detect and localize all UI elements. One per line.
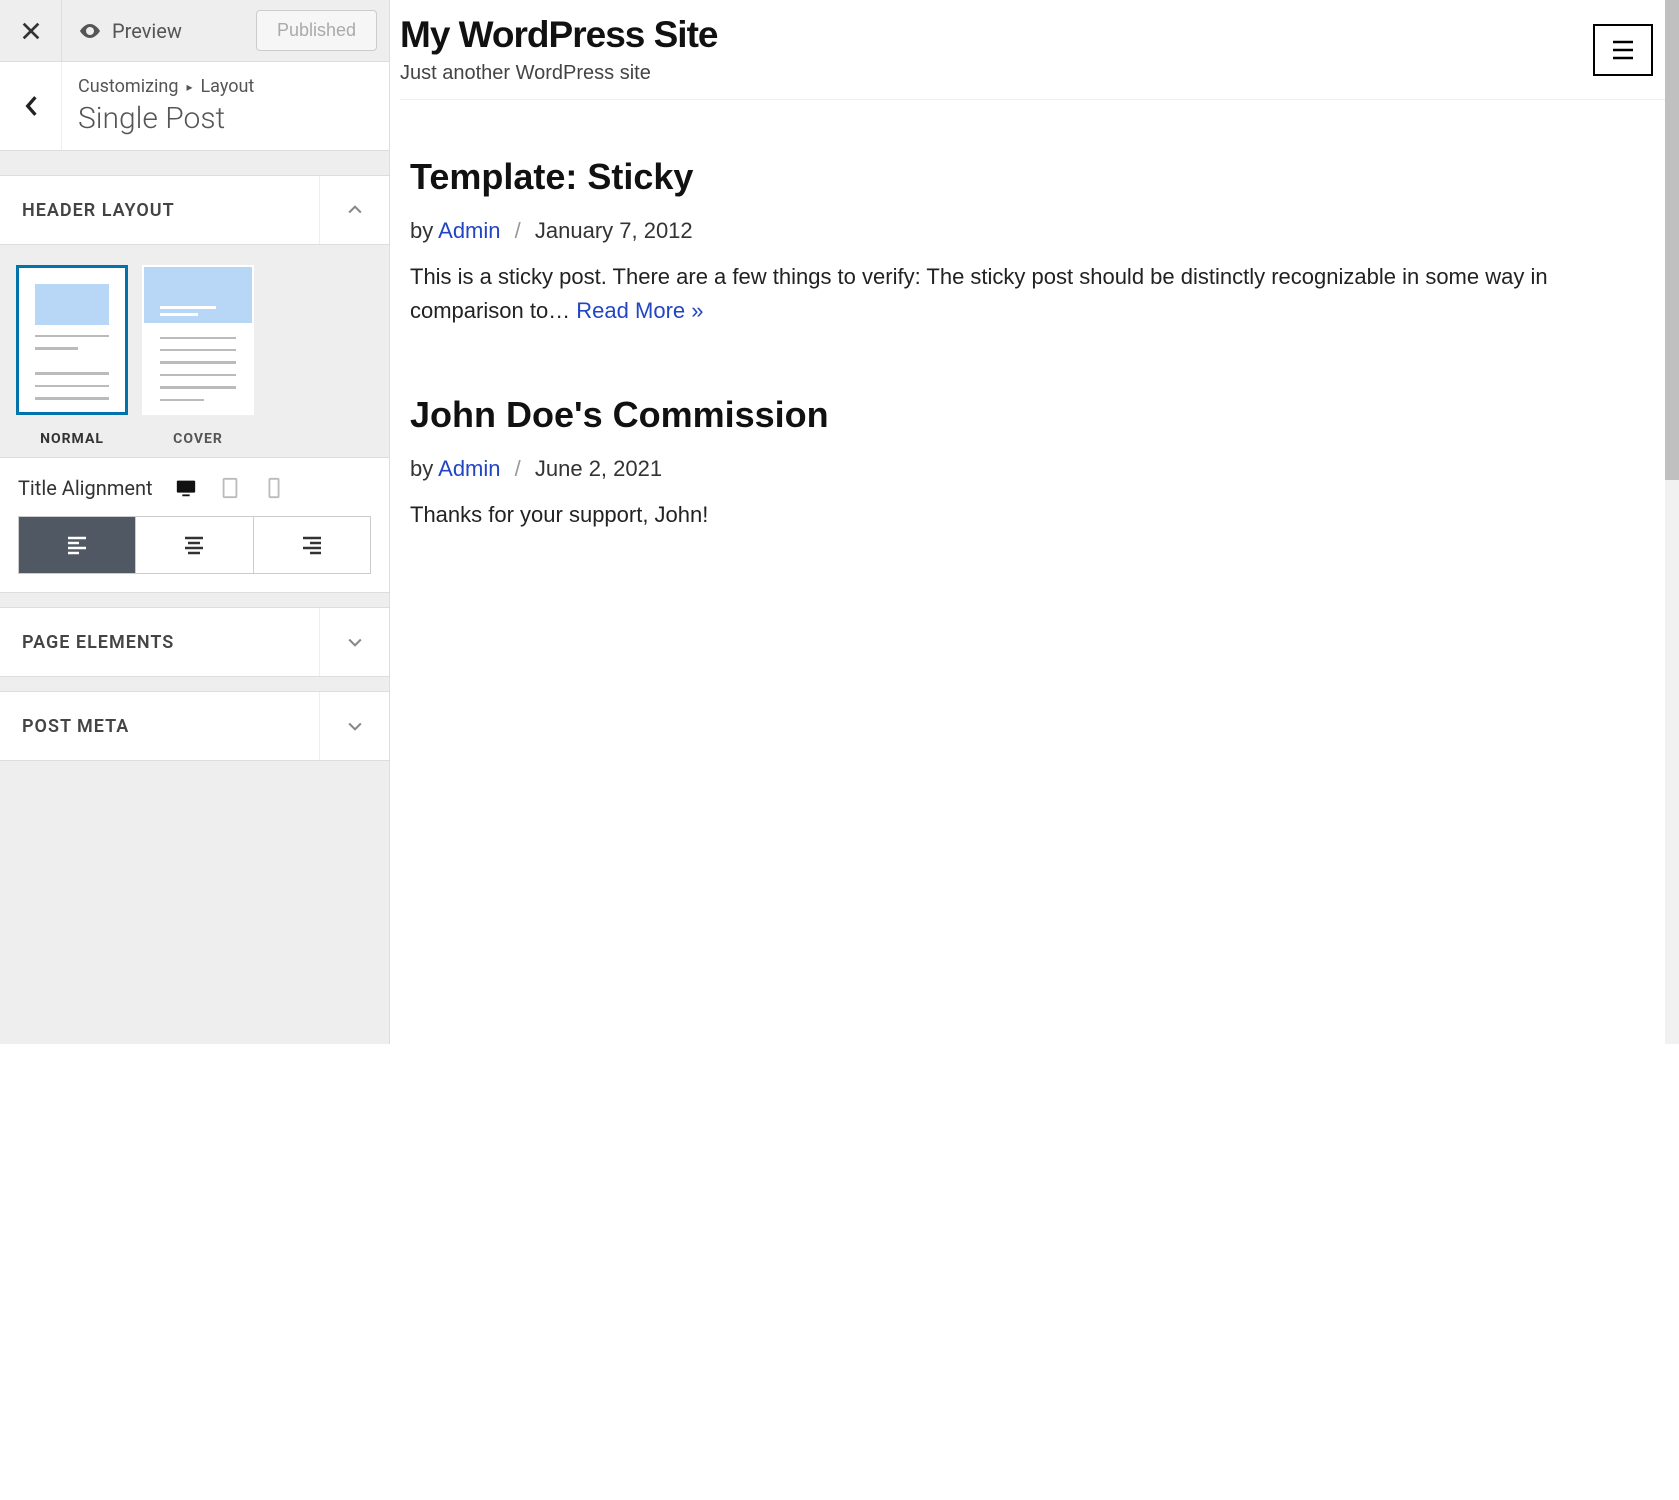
section-page-elements[interactable]: PAGE ELEMENTS <box>0 607 389 677</box>
read-more-link[interactable]: Read More » <box>576 298 703 323</box>
post-excerpt: This is a sticky post. There are a few t… <box>410 260 1659 328</box>
meta-separator: / <box>515 218 521 243</box>
align-left-button[interactable] <box>19 517 136 573</box>
preview-label: Preview <box>112 19 182 43</box>
chevron-up-icon <box>345 200 365 220</box>
align-right-icon <box>300 533 324 557</box>
expand-toggle[interactable] <box>319 608 389 676</box>
expand-toggle[interactable] <box>319 692 389 760</box>
align-center-icon <box>182 533 206 557</box>
section-title: PAGE ELEMENTS <box>22 632 174 653</box>
post-meta: by Admin / January 7, 2012 <box>410 218 1659 244</box>
meta-separator: / <box>515 456 521 481</box>
section-title: HEADER LAYOUT <box>22 200 175 221</box>
hamburger-icon <box>1610 40 1636 60</box>
layout-option-cover[interactable]: COVER <box>142 265 254 447</box>
breadcrumb-current: Single Post <box>78 101 254 136</box>
post-title[interactable]: Template: Sticky <box>410 156 1659 198</box>
customizer-topbar: Preview Published <box>0 0 389 62</box>
menu-toggle-button[interactable] <box>1593 24 1653 76</box>
published-button[interactable]: Published <box>256 10 377 51</box>
preview-pane: My WordPress Site Just another WordPress… <box>390 0 1679 1044</box>
post-date: June 2, 2021 <box>535 456 662 481</box>
layout-option-normal[interactable]: NORMAL <box>16 265 128 447</box>
device-mobile-icon[interactable] <box>263 477 285 499</box>
breadcrumb-section: Layout <box>200 76 254 97</box>
site-tagline: Just another WordPress site <box>400 62 717 85</box>
site-header: My WordPress Site Just another WordPress… <box>400 14 1669 100</box>
breadcrumb-row: Customizing ▸ Layout Single Post <box>0 62 389 151</box>
by-label: by <box>410 218 438 243</box>
by-label: by <box>410 456 438 481</box>
breadcrumb-separator-icon: ▸ <box>186 80 192 94</box>
section-title: POST META <box>22 716 129 737</box>
title-alignment-block: Title Alignment <box>0 457 389 593</box>
post-author-link[interactable]: Admin <box>438 218 500 243</box>
collapse-toggle[interactable] <box>319 176 389 244</box>
post-date: January 7, 2012 <box>535 218 693 243</box>
customizer-panel: Preview Published Customizing ▸ Layout S… <box>0 0 390 1044</box>
device-tablet-icon[interactable] <box>219 477 241 499</box>
eye-icon <box>78 19 102 43</box>
breadcrumb-root: Customizing <box>78 76 178 97</box>
align-left-icon <box>65 533 89 557</box>
breadcrumb: Customizing ▸ Layout Single Post <box>62 62 270 150</box>
site-title[interactable]: My WordPress Site <box>400 14 717 56</box>
section-header-layout[interactable]: HEADER LAYOUT <box>0 175 389 245</box>
device-desktop-icon[interactable] <box>175 477 197 499</box>
post-item: Template: Sticky by Admin / January 7, 2… <box>400 100 1669 338</box>
chevron-left-icon <box>24 95 38 117</box>
align-right-button[interactable] <box>254 517 370 573</box>
title-alignment-label: Title Alignment <box>18 476 153 500</box>
scrollbar[interactable] <box>1665 0 1679 1044</box>
scrollbar-thumb[interactable] <box>1665 0 1679 480</box>
post-author-link[interactable]: Admin <box>438 456 500 481</box>
alignment-buttons <box>18 516 371 574</box>
align-center-button[interactable] <box>136 517 253 573</box>
section-post-meta[interactable]: POST META <box>0 691 389 761</box>
chevron-down-icon <box>345 632 365 652</box>
preview-toggle[interactable]: Preview <box>62 0 198 61</box>
layout-option-label: NORMAL <box>16 431 128 447</box>
header-layout-options: NORMAL COVER <box>0 245 389 457</box>
chevron-down-icon <box>345 716 365 736</box>
close-button[interactable] <box>0 0 62 61</box>
post-excerpt: Thanks for your support, John! <box>410 498 1659 532</box>
post-meta: by Admin / June 2, 2021 <box>410 456 1659 482</box>
post-item: John Doe's Commission by Admin / June 2,… <box>400 338 1669 542</box>
layout-option-label: COVER <box>142 431 254 447</box>
back-button[interactable] <box>0 62 62 150</box>
post-title[interactable]: John Doe's Commission <box>410 394 1659 436</box>
close-icon <box>20 20 42 42</box>
